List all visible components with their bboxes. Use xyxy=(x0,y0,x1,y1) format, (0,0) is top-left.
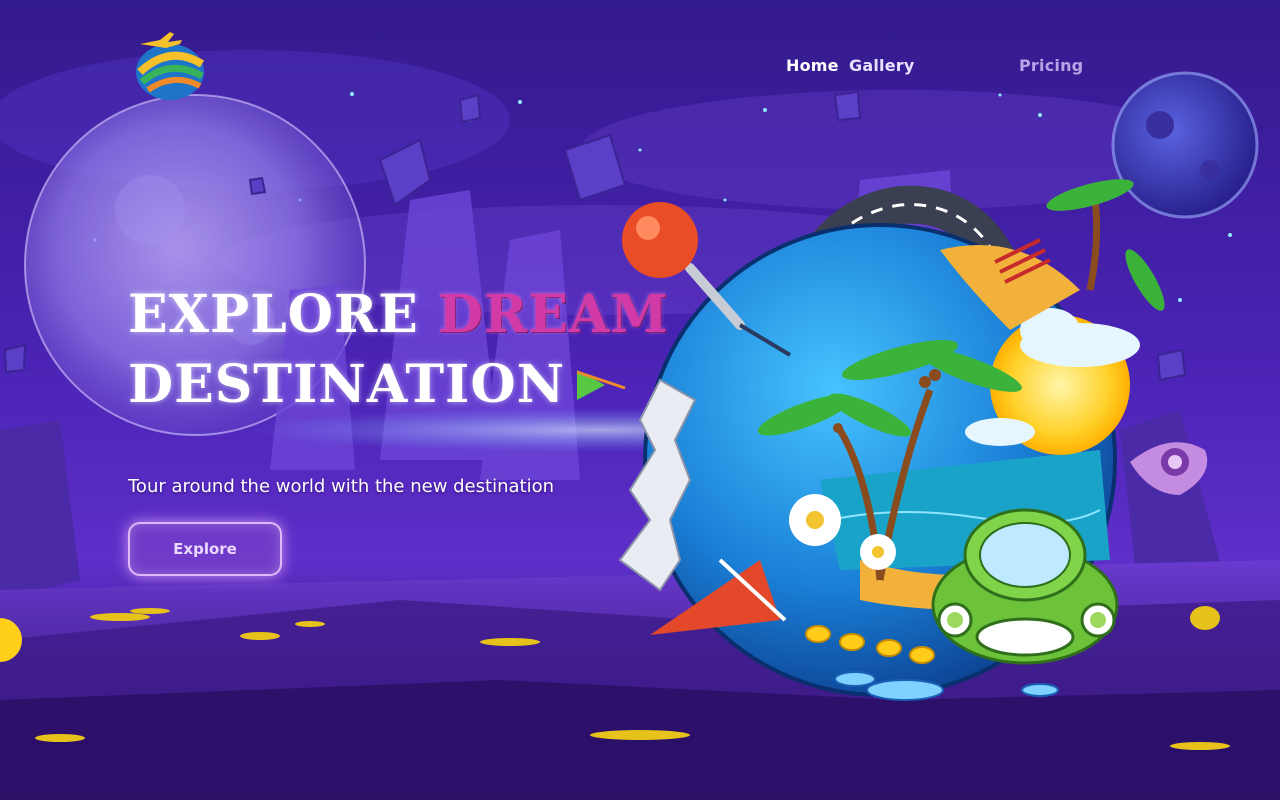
hero-title-accent: DREAM xyxy=(437,284,669,345)
hero-subtitle: Tour around the world with the new desti… xyxy=(128,476,554,497)
nav-link-gallery[interactable]: Gallery xyxy=(849,56,914,75)
hero-title-word-1: EXPLORE xyxy=(128,284,419,345)
nav-link-pricing[interactable]: Pricing xyxy=(1019,56,1083,75)
nav-link-home[interactable]: Home xyxy=(786,56,839,75)
main-nav: Home Gallery Pricing xyxy=(0,56,1280,80)
explore-button[interactable]: Explore xyxy=(128,522,282,576)
hero-title-word-3: DESTINATION xyxy=(128,354,566,415)
hero-title: EXPLORE DREAM DESTINATION xyxy=(128,280,669,420)
